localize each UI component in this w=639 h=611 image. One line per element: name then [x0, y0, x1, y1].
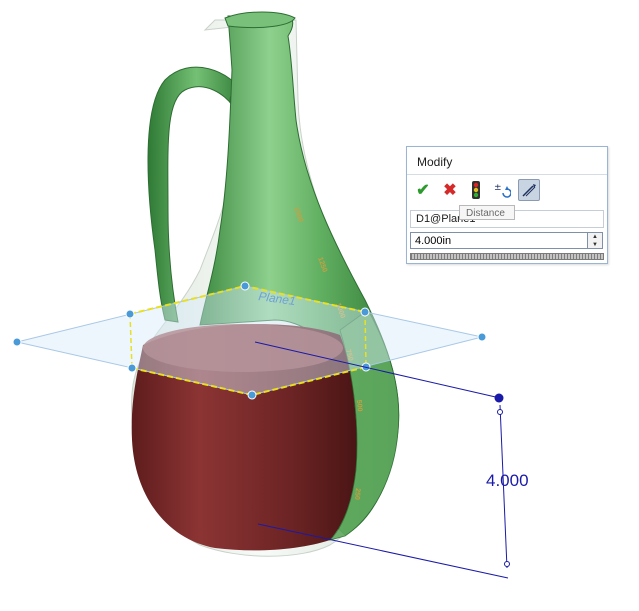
plane1-surface[interactable]	[17, 286, 482, 395]
model-scene[interactable]: 1500 1250 1000 750 500 250 Plane1 4.000	[0, 0, 639, 611]
dimension-arrow-bottom	[504, 561, 510, 567]
plane-handle-right[interactable]	[477, 332, 487, 342]
thumbwheel-slider[interactable]	[410, 253, 604, 260]
mark-dimension-button[interactable]	[518, 179, 540, 201]
graduation-500: 500	[355, 400, 363, 412]
plane-handle-top[interactable]	[240, 281, 250, 291]
x-icon: ✖	[443, 182, 457, 199]
checkmark-icon: ✔	[416, 182, 430, 199]
spin-down-arrow-icon[interactable]: ▼	[588, 241, 602, 249]
dialog-title: Modify	[417, 155, 453, 169]
value-spinner[interactable]: ▲ ▼	[588, 232, 603, 249]
ok-button[interactable]: ✔	[412, 179, 434, 201]
dimension-value-input[interactable]	[410, 232, 588, 249]
mark-dimension-icon	[522, 184, 536, 197]
svg-text:±: ±	[494, 183, 502, 193]
plane-handle-left[interactable]	[12, 337, 22, 347]
dialog-separator	[407, 174, 607, 175]
cancel-button[interactable]: ✖	[439, 179, 461, 201]
regenerate-button[interactable]: ±	[491, 179, 513, 201]
modify-dialog[interactable]: Modify ✔ ✖ ± Distance D1@Plane1 4.000in …	[406, 146, 608, 264]
graduation-250: 250	[353, 488, 361, 500]
spin-up-arrow-icon[interactable]: ▲	[588, 233, 602, 241]
graphics-viewport[interactable]: 1500 1250 1000 750 500 250 Plane1 4.000 …	[0, 0, 639, 611]
plane-handle-edge-2[interactable]	[360, 307, 370, 317]
plane-handle-bottom[interactable]	[247, 390, 257, 400]
plus-minus-rebuild-icon: ±	[494, 183, 511, 198]
traffic-light-icon	[472, 181, 480, 199]
plane-handle-edge-1[interactable]	[125, 309, 135, 319]
dimension-arrow-top	[497, 409, 503, 415]
distance-tooltip: Distance	[459, 205, 515, 220]
dimension-drag-handle[interactable]	[494, 393, 504, 403]
plane-handle-edge-3[interactable]	[127, 363, 137, 373]
rebuild-button[interactable]	[465, 179, 487, 201]
dimension-value-label: 4.000	[486, 471, 529, 490]
